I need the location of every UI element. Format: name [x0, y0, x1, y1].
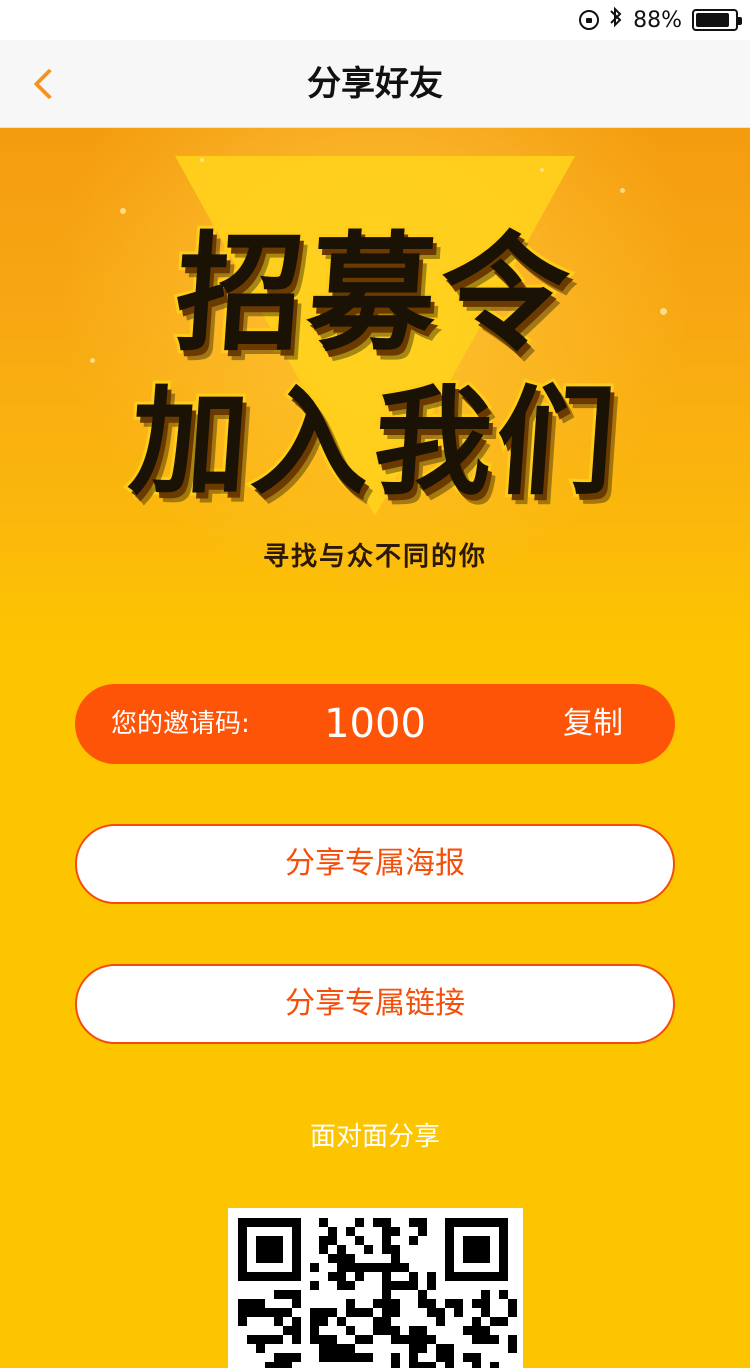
battery-icon: [692, 9, 742, 31]
battery-fill: [696, 13, 730, 27]
qr-code: [228, 1208, 523, 1368]
banner-headline-2: 加入我们: [122, 370, 626, 514]
sparkle: [540, 168, 544, 172]
invite-code-bar: 您的邀请码: 1000 复制: [75, 684, 675, 764]
banner-subtitle: 寻找与众不同的你: [262, 542, 487, 572]
share-poster-button[interactable]: 分享专属海报: [75, 824, 675, 904]
sparkle: [200, 158, 204, 162]
status-icons: 88%: [579, 5, 742, 35]
share-link-button[interactable]: 分享专属链接: [75, 964, 675, 1044]
navigation-bar: 分享好友: [0, 40, 750, 128]
copy-button[interactable]: 复制: [563, 684, 623, 764]
rotation-lock-icon: [579, 10, 600, 30]
status-bar: 88%: [0, 0, 750, 40]
battery-percent: 88%: [633, 7, 682, 33]
recruit-banner: 招募令 加入我们 寻找与众不同的你: [0, 128, 750, 648]
qr-code-image: [238, 1218, 517, 1368]
bluetooth-icon: [609, 5, 623, 35]
page-title: 分享好友: [307, 64, 443, 104]
face-to-face-share-label: 面对面分享: [309, 1122, 440, 1152]
